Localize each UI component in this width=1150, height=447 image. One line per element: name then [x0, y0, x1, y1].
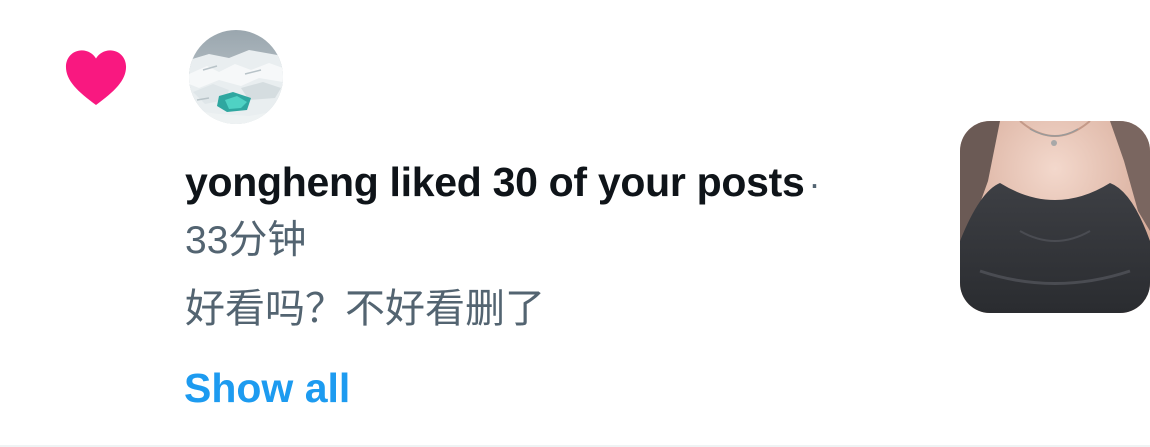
headline-text: yongheng liked 30 of your posts: [185, 159, 805, 205]
post-thumbnail[interactable]: [960, 121, 1150, 313]
post-thumbnail-image: [960, 121, 1150, 313]
timestamp: 33分钟: [185, 219, 307, 262]
heart-icon: [65, 50, 127, 105]
separator-dot: ·: [808, 163, 821, 204]
notification-headline: yongheng liked 30 of your posts ·: [185, 154, 925, 212]
avatar-image: [189, 30, 283, 124]
avatar[interactable]: [189, 30, 283, 124]
post-text: 好看吗？不好看删了: [185, 287, 545, 331]
show-all-link[interactable]: Show all: [184, 360, 350, 416]
like-notification[interactable]: yongheng liked 30 of your posts · 33分钟 好看…: [0, 0, 1150, 447]
